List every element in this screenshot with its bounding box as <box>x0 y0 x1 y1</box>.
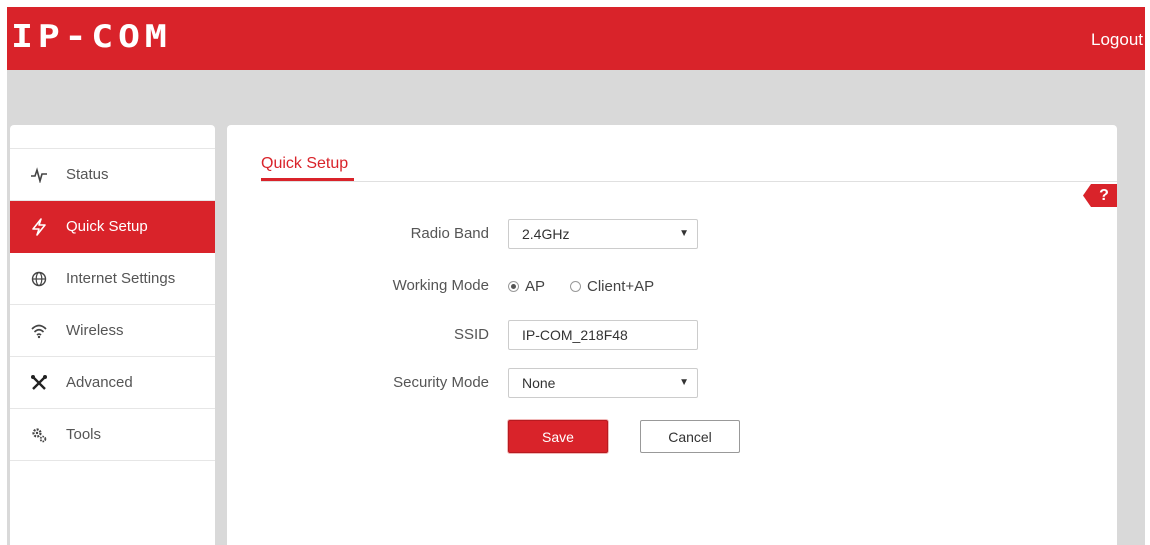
radio-band-row: Radio Band 2.4GHz ▼ <box>227 219 1117 249</box>
radio-band-label: Radio Band <box>410 225 489 242</box>
globe-icon <box>28 268 50 290</box>
radio-band-select[interactable]: 2.4GHz ▼ <box>508 219 698 249</box>
tools-icon <box>28 372 50 394</box>
main-panel: Quick Setup ? Radio Band 2.4GHz ▼ Workin… <box>227 125 1117 545</box>
sidebar-item-wireless[interactable]: Wireless <box>10 305 215 357</box>
tab-quick-setup[interactable]: Quick Setup <box>261 155 348 173</box>
sidebar-nav: Status Quick Setup Internet Settings Wir… <box>10 148 215 461</box>
security-mode-value: None <box>522 375 556 391</box>
top-header: IP-COM Logout <box>7 7 1145 70</box>
sidebar-item-label: Advanced <box>66 374 133 391</box>
gears-icon <box>28 424 50 446</box>
working-mode-row: Working Mode AP Client+AP <box>227 271 1117 301</box>
logout-link[interactable]: Logout <box>1091 30 1143 50</box>
sidebar-item-internet-settings[interactable]: Internet Settings <box>10 253 215 305</box>
save-button[interactable]: Save <box>508 420 608 453</box>
sidebar-item-advanced[interactable]: Advanced <box>10 357 215 409</box>
sidebar: Status Quick Setup Internet Settings Wir… <box>10 125 215 545</box>
radio-unchecked-icon <box>570 280 582 292</box>
sidebar-item-label: Tools <box>66 426 102 443</box>
sidebar-item-label: Quick Setup <box>66 218 148 235</box>
dropdown-arrow-icon: ▼ <box>679 377 689 388</box>
dropdown-arrow-icon: ▼ <box>679 228 689 239</box>
cancel-button[interactable]: Cancel <box>640 420 740 453</box>
radio-checked-icon <box>508 280 519 292</box>
security-mode-row: Security Mode None ▼ <box>227 368 1117 398</box>
working-mode-label: Working Mode <box>392 277 489 294</box>
sidebar-item-quick-setup[interactable]: Quick Setup <box>10 201 215 253</box>
button-row: Save Cancel <box>227 420 1117 454</box>
working-mode-ap-radio[interactable]: AP <box>508 278 545 295</box>
sidebar-item-status[interactable]: Status <box>10 149 215 201</box>
ssid-row: SSID IP-COM_218F48 <box>227 320 1117 350</box>
sidebar-item-label: Status <box>66 166 109 183</box>
divider <box>261 181 1117 182</box>
security-mode-label: Security Mode <box>393 374 489 391</box>
sidebar-item-label: Wireless <box>66 322 124 339</box>
ssid-input[interactable]: IP-COM_218F48 <box>508 320 698 350</box>
security-mode-select[interactable]: None ▼ <box>508 368 698 398</box>
sidebar-item-label: Internet Settings <box>66 270 176 287</box>
wifi-icon <box>28 320 50 342</box>
radio-label: AP <box>525 277 546 295</box>
working-mode-radio-group: AP Client+AP <box>508 271 679 301</box>
radio-label: Client+AP <box>587 277 655 295</box>
working-mode-client-ap-radio[interactable]: Client+AP <box>570 278 654 295</box>
pulse-icon <box>28 164 50 186</box>
sidebar-item-tools[interactable]: Tools <box>10 409 215 461</box>
lightning-icon <box>28 216 50 238</box>
logo: IP-COM <box>11 19 172 55</box>
ssid-label: SSID <box>453 326 489 343</box>
app-window: IP-COM Logout Status Quick Setup Interne… <box>7 7 1145 545</box>
radio-band-value: 2.4GHz <box>522 226 570 242</box>
help-button[interactable]: ? <box>1083 184 1117 207</box>
